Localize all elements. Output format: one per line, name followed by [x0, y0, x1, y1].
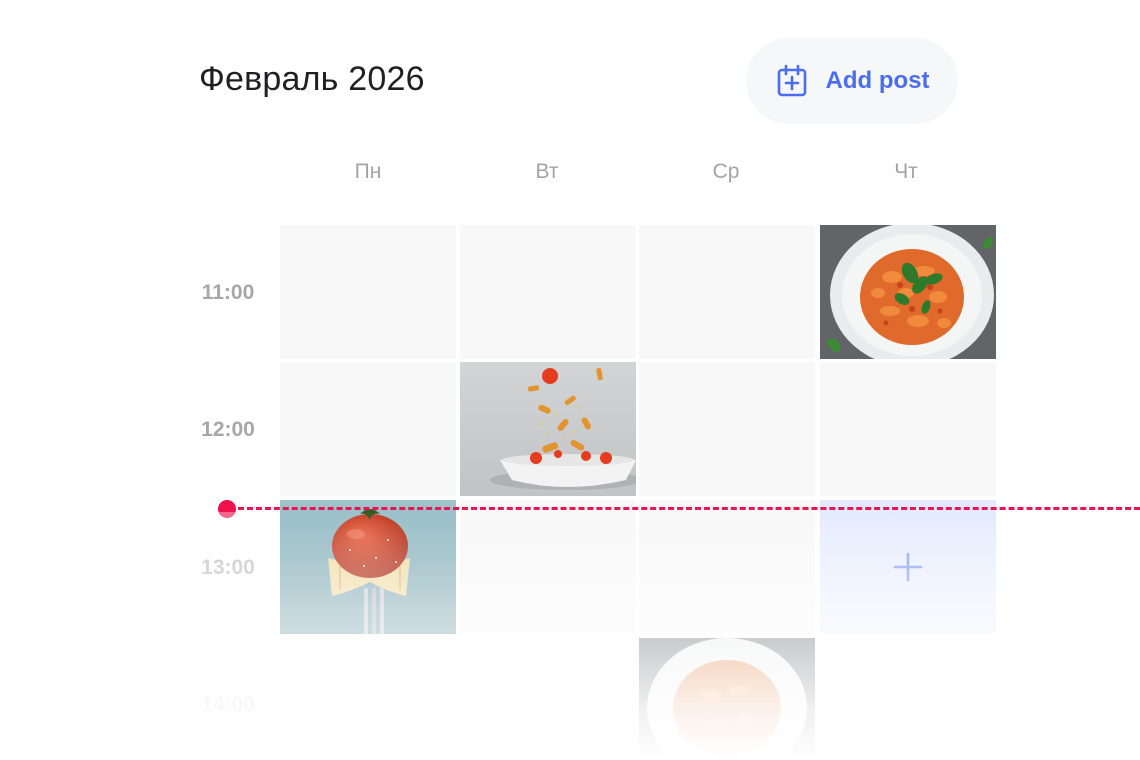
weekday-thu: Чт [894, 160, 918, 183]
post-thumbnail-tue-1200[interactable] [460, 362, 636, 496]
calendar-cell-thu-1400[interactable] [820, 638, 996, 760]
current-time-dot [218, 500, 236, 518]
plus-icon [893, 552, 923, 582]
calendar-cell-wed-1200[interactable] [639, 362, 815, 496]
calendar-plus-icon [777, 64, 806, 97]
calendar-cell-wed-1300[interactable] [639, 500, 815, 634]
calendar-page: Февраль 2026 Add post Пн Вт Ср Чт 11:00 … [0, 0, 1140, 760]
page-title: Февраль 2026 [199, 60, 425, 98]
weekday-mon: Пн [354, 160, 382, 183]
calendar-cell-wed-1100[interactable] [639, 225, 815, 359]
pasta-plate-basil-image [820, 225, 996, 359]
calendar-cell-mon-1100[interactable] [280, 225, 456, 359]
calendar-cell-mon-1200[interactable] [280, 362, 456, 496]
fade-overlay-left [140, 512, 280, 760]
add-post-button[interactable]: Add post [746, 38, 958, 124]
current-time-line [238, 507, 1140, 510]
weekday-wed: Ср [712, 160, 740, 183]
tomato-on-farfalle-fork-image [280, 500, 456, 634]
pasta-plate-image [639, 638, 815, 760]
time-label-13: 13:00 [201, 556, 255, 579]
weekday-tue: Вт [535, 160, 559, 183]
time-label-14: 14:00 [201, 693, 255, 716]
time-label-11: 11:00 [201, 281, 255, 304]
post-thumbnail-mon-1300[interactable] [280, 500, 456, 634]
calendar-cell-tue-1100[interactable] [460, 225, 636, 359]
post-thumbnail-thu-1100[interactable] [820, 225, 996, 359]
flying-pasta-bowl-image [460, 362, 636, 496]
add-post-label: Add post [825, 67, 930, 94]
calendar-cell-mon-1400[interactable] [280, 638, 456, 760]
calendar-cell-tue-1400[interactable] [460, 638, 636, 760]
time-label-12: 12:00 [201, 418, 255, 441]
calendar-cell-tue-1300[interactable] [460, 500, 636, 634]
new-post-slot[interactable] [820, 500, 996, 634]
calendar-cell-thu-1200[interactable] [820, 362, 996, 496]
post-thumbnail-wed-1400[interactable] [639, 638, 815, 760]
